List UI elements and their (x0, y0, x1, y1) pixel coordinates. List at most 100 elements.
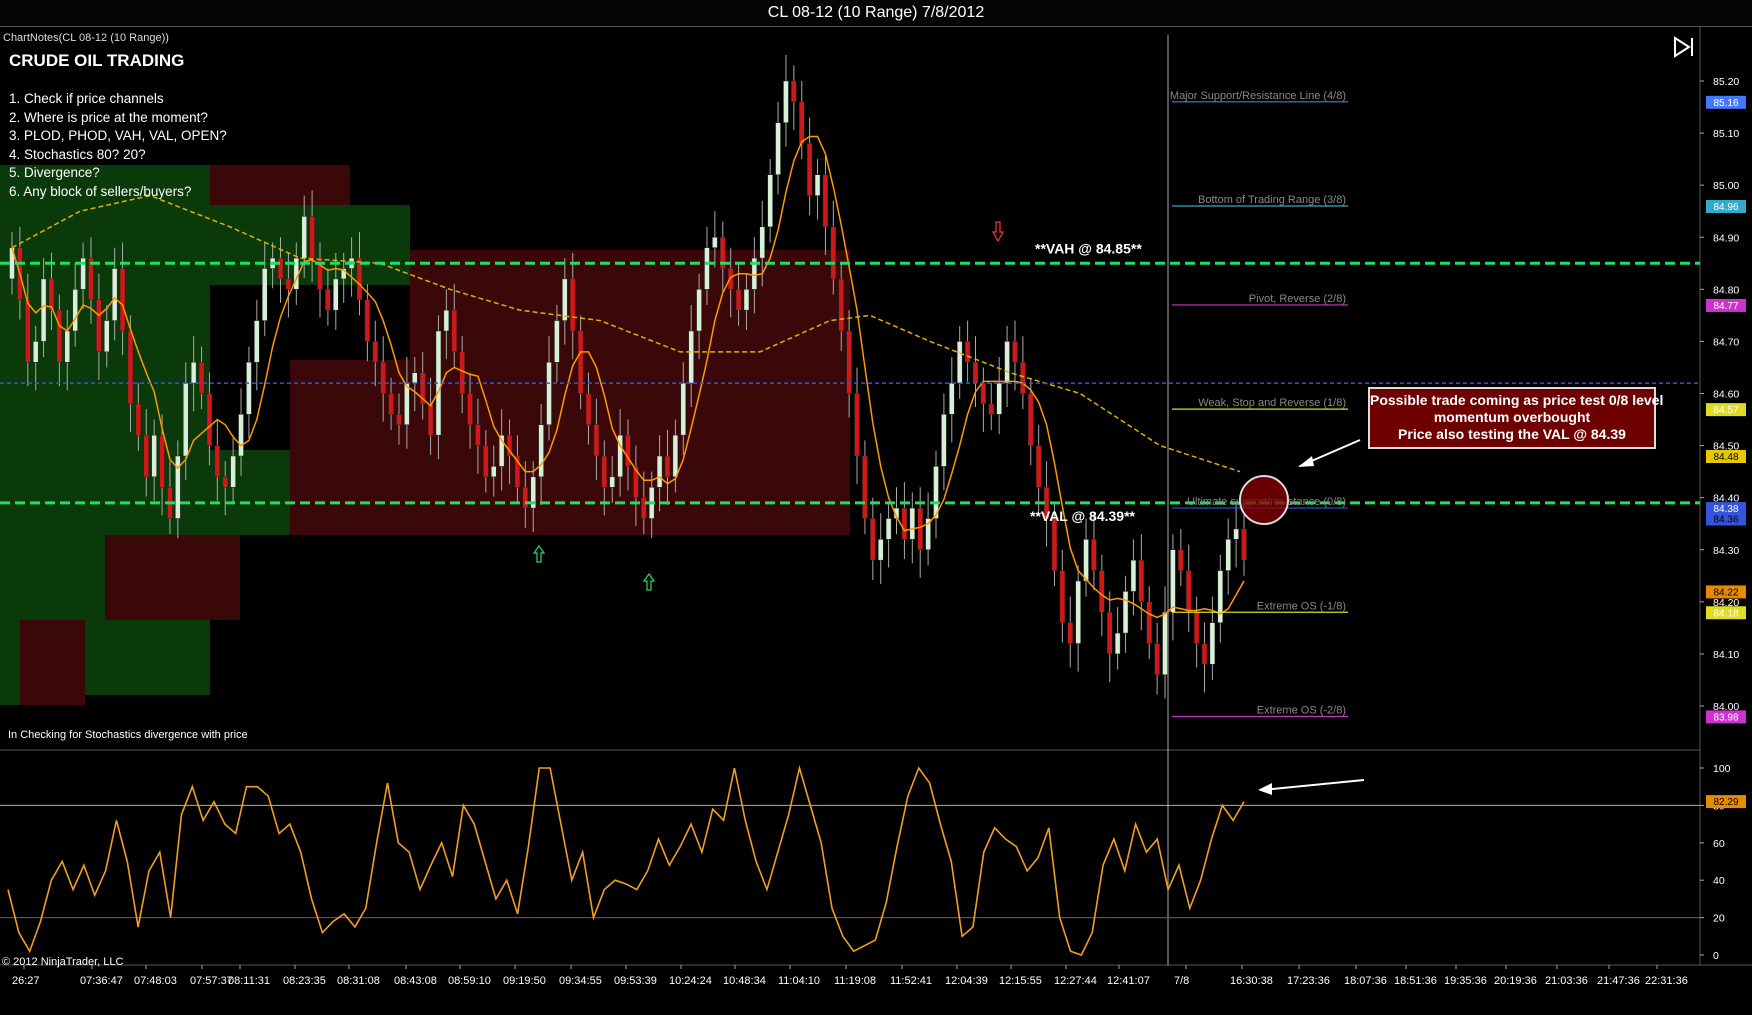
candle-body (775, 122, 781, 175)
candle-body (135, 403, 142, 436)
price-tag-text: 84.48 (1713, 452, 1738, 463)
time-tick-label: 08:11:31 (228, 975, 270, 987)
candle-body (443, 309, 450, 332)
time-tick-label: 26:27 (12, 975, 40, 987)
candle-body (1138, 559, 1145, 603)
chart-notes-title: CRUDE OIL TRADING (9, 51, 185, 70)
candle-body (1162, 612, 1168, 675)
candle-body (712, 237, 718, 248)
candle-body (656, 455, 663, 488)
price-chart[interactable]: Major Support/Resistance Line (4/8) 85.16… (0, 27, 1752, 1015)
val-label: **VAL @ 84.39** (1030, 508, 1136, 524)
candle-body (1028, 393, 1034, 446)
trade-annotation-line: momentum overbought (1433, 409, 1591, 425)
candle-body (696, 289, 702, 332)
price-tick-label: 85.10 (1713, 128, 1739, 140)
checklist-item: 2. Where is price at the moment? (9, 109, 208, 125)
candle-body (182, 382, 189, 457)
time-tick-label: 10:48:34 (723, 975, 766, 987)
candle-body (451, 309, 458, 353)
play-to-end-icon[interactable] (1672, 36, 1696, 58)
candle-body (483, 445, 489, 478)
chart-notes-footer: In Checking for Stochastics divergence w… (8, 729, 248, 741)
candle-body (285, 278, 292, 290)
time-tick-label: 11:19:08 (834, 975, 876, 987)
time-tick-label: 08:43:08 (394, 975, 437, 987)
candle-body (814, 174, 821, 196)
candle-body (372, 341, 379, 363)
candle-body (1209, 622, 1216, 665)
pointer-arrowhead (1298, 456, 1314, 467)
candle-body (1185, 570, 1192, 613)
candle-body (1091, 539, 1097, 571)
candle-body (143, 434, 150, 478)
candle-body (277, 257, 284, 280)
candle-body (151, 434, 157, 478)
checklist-item: 3. PLOD, PHOD, VAH, VAL, OPEN? (9, 128, 227, 143)
candle-body (230, 455, 236, 488)
candle-body (104, 320, 110, 353)
pointer-arrow (1261, 779, 1365, 791)
candle-body (261, 268, 268, 321)
murrey-level-label: Pivot, Reverse (2/8) (1249, 293, 1346, 305)
time-tick-label: 09:19:50 (503, 975, 546, 987)
candle-body (980, 382, 987, 405)
candle-body (562, 278, 568, 321)
candle-body (1059, 570, 1066, 623)
candle-body (585, 393, 592, 425)
candle-body (56, 309, 63, 363)
candle-body (254, 320, 260, 363)
candle-body (1099, 570, 1105, 613)
candle-body (364, 299, 371, 342)
price-tick-label: 84.80 (1713, 284, 1739, 296)
price-tag-text: 84.57 (1713, 405, 1738, 416)
price-tick-label: 84.60 (1713, 389, 1739, 401)
checklist-item: 6. Any block of sellers/buyers? (9, 183, 192, 199)
candle-body (798, 101, 805, 144)
candle-body (609, 476, 615, 488)
candle-body (48, 278, 55, 311)
candle-body (198, 362, 205, 394)
candle-body (1193, 612, 1200, 644)
trade-annotation-line: Price also testing the VAL @ 84.39 (1398, 426, 1626, 442)
price-tick-label: 84.70 (1713, 336, 1739, 348)
stoch-tick-label: 40 (1713, 875, 1725, 887)
candle-body (554, 320, 560, 363)
time-tick-label: 07:57:37 (190, 975, 233, 987)
candle-body (783, 80, 789, 123)
candle-body (32, 341, 39, 363)
candle-body (988, 403, 995, 415)
candle-body (1114, 632, 1121, 655)
candle-body (822, 174, 829, 228)
candle-body (727, 268, 734, 290)
candle-body (127, 330, 134, 405)
candle-body (806, 143, 813, 196)
time-tick-label: 07:48:03 (134, 975, 177, 987)
candle-body (40, 278, 47, 342)
candle-body (459, 351, 465, 394)
time-tick-label: 08:23:35 (283, 975, 326, 987)
candle-body (996, 382, 1002, 415)
candle-body (964, 341, 971, 363)
candle-body (96, 299, 102, 353)
time-tick-label: 17:23:36 (1287, 975, 1330, 987)
price-tick-label: 84.10 (1713, 649, 1739, 661)
candle-body (1122, 591, 1129, 634)
profile-block (0, 535, 105, 620)
candle-body (743, 289, 750, 311)
candle-body (1225, 539, 1231, 571)
profile-block (0, 620, 20, 705)
copyright-text: © 2012 NinjaTrader, LLC (2, 956, 124, 968)
time-tick-label: 7/8 (1174, 975, 1189, 987)
time-tick-label: 19:35:36 (1444, 975, 1487, 987)
profile-block (105, 535, 240, 620)
candle-body (412, 372, 418, 384)
trade-annotation-box: Possible trade coming as price test 0/8 … (1368, 387, 1663, 449)
candle-body (206, 393, 213, 446)
time-tick-label: 12:04:39 (945, 975, 988, 987)
candle-body (1067, 622, 1074, 644)
candle-body (246, 362, 252, 415)
candle-body (1106, 612, 1113, 655)
candle-body (672, 434, 679, 478)
price-tag-text: 84.96 (1713, 202, 1738, 213)
